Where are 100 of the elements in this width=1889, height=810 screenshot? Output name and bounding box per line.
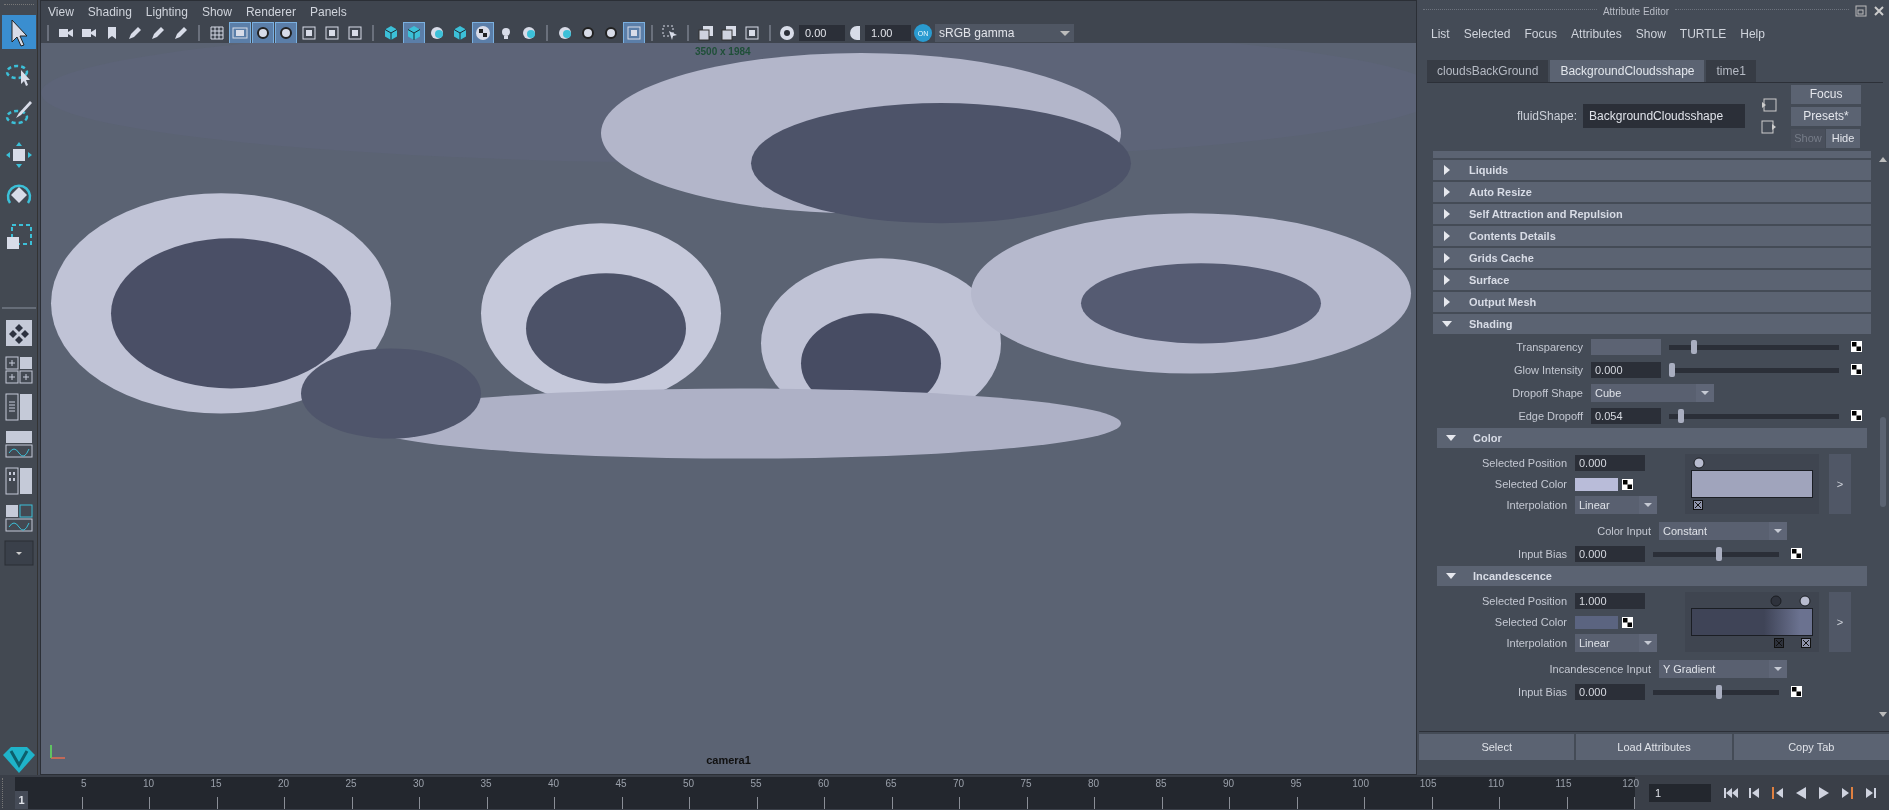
section-header[interactable]: Grids Cache [1433, 248, 1871, 268]
stack-icon[interactable] [719, 23, 739, 43]
slider-thumb[interactable] [1716, 684, 1722, 699]
gamma-field[interactable]: 1.00 [865, 25, 911, 41]
menu-item[interactable]: TURTLE [1679, 27, 1727, 41]
frame-icon[interactable] [322, 23, 342, 43]
value-field[interactable]: 1.000 [1575, 593, 1645, 609]
menu-item[interactable]: Panels [309, 5, 347, 19]
ramp-editor[interactable] [1685, 592, 1819, 652]
map-button-icon[interactable] [1622, 478, 1633, 490]
menu-item[interactable]: Focus [1524, 27, 1558, 41]
menu-item[interactable]: Attributes [1571, 27, 1622, 41]
layout-icon[interactable] [3, 318, 34, 348]
next-key-icon[interactable] [1840, 785, 1854, 800]
dropdown[interactable]: Linear [1575, 496, 1657, 514]
color-stop-icon[interactable] [1770, 595, 1782, 607]
menu-item[interactable]: Renderer [245, 5, 296, 19]
layout-icon[interactable] [3, 392, 34, 422]
menu-item[interactable]: List [1431, 27, 1450, 41]
scroll-down-icon[interactable] [1878, 711, 1888, 719]
panel-button[interactable]: Copy Tab [1733, 734, 1889, 760]
section-header[interactable]: Surface [1433, 270, 1871, 290]
menu-item[interactable]: Show [201, 5, 232, 19]
map-button-icon[interactable] [1622, 616, 1633, 628]
aperture-icon[interactable] [778, 24, 796, 42]
frame-icon[interactable] [299, 23, 319, 43]
section-header[interactable]: Contents Details [1433, 226, 1871, 246]
layout-icon[interactable] [3, 355, 34, 385]
map-button-icon[interactable] [1791, 686, 1802, 697]
expand-ramp-button[interactable]: > [1829, 592, 1851, 652]
close-icon[interactable] [1873, 5, 1885, 17]
step-forward-icon[interactable] [1863, 785, 1877, 800]
slider-thumb[interactable] [1716, 546, 1722, 561]
tab[interactable]: time1 [1706, 60, 1756, 82]
float-icon[interactable] [1855, 5, 1867, 17]
layout-icon[interactable] [3, 503, 34, 533]
map-button-icon[interactable] [1851, 364, 1862, 375]
map-button-icon[interactable] [1851, 410, 1862, 421]
scroll-up-icon[interactable] [1878, 155, 1888, 163]
map-button-icon[interactable] [1791, 548, 1802, 559]
half-circle-icon[interactable] [848, 24, 862, 42]
slider-thumb[interactable] [1678, 408, 1685, 423]
dropdown[interactable]: Linear [1575, 634, 1657, 652]
go-to-start-icon[interactable] [1723, 785, 1739, 800]
menu-item[interactable]: Selected [1463, 27, 1511, 41]
slider-thumb[interactable] [1691, 339, 1698, 354]
frame-icon[interactable] [345, 23, 365, 43]
menu-item[interactable]: Shading [87, 5, 132, 19]
current-frame-field[interactable]: 1 [1649, 783, 1711, 802]
section-header[interactable]: Incandescence [1437, 566, 1867, 586]
color-ramp[interactable] [1691, 608, 1813, 636]
checker-icon[interactable] [473, 23, 493, 43]
menu-item[interactable]: Help [1740, 27, 1765, 41]
dropdown[interactable]: Constant [1659, 521, 1787, 540]
section-header[interactable]: Shading [1433, 314, 1871, 334]
cube-icon[interactable] [404, 23, 424, 43]
dropdown[interactable]: Cube [1591, 383, 1714, 402]
layout-icon[interactable] [3, 466, 34, 496]
tab[interactable]: cloudsBackGround [1427, 60, 1549, 82]
dropdown[interactable]: Y Gradient [1659, 659, 1787, 678]
node-name-field[interactable]: BackgroundCloudsshape [1583, 104, 1746, 128]
delete-stop-icon[interactable] [1693, 500, 1703, 510]
value-field[interactable]: 0.000 [1575, 683, 1645, 700]
section-header[interactable]: Output Mesh [1433, 292, 1871, 312]
grid-icon[interactable] [207, 23, 227, 43]
menu-item[interactable]: Lighting [145, 5, 188, 19]
menu-item[interactable]: View [48, 5, 74, 19]
view-transform-dropdown[interactable]: sRGB gamma [935, 24, 1074, 42]
play-backward-icon[interactable] [1794, 785, 1808, 800]
value-field[interactable]: 0.000 [1575, 455, 1645, 471]
frame-icon[interactable] [742, 23, 762, 43]
step-back-icon[interactable] [1748, 785, 1762, 800]
color-swatch[interactable] [1591, 338, 1661, 355]
color-stop-icon[interactable] [1799, 595, 1811, 607]
presets-button[interactable]: Presets* [1791, 106, 1862, 126]
expand-ramp-button[interactable]: > [1829, 454, 1851, 514]
slider-thumb[interactable] [1669, 362, 1675, 377]
section-header[interactable]: Liquids [1433, 160, 1871, 180]
output-connection-icon[interactable] [1761, 120, 1778, 134]
value-field[interactable]: 0.054 [1591, 407, 1661, 424]
play-icon[interactable] [1817, 785, 1831, 800]
hide-button[interactable]: Hide [1826, 128, 1861, 148]
tab[interactable]: BackgroundCloudsshape [1550, 60, 1705, 82]
color-swatch[interactable] [1575, 477, 1618, 491]
previous-key-icon[interactable] [1771, 785, 1785, 800]
menu-item[interactable]: Show [1635, 27, 1666, 41]
map-button-icon[interactable] [1851, 341, 1862, 352]
color-swatch[interactable] [1575, 615, 1618, 629]
select-tool-button[interactable] [1, 15, 36, 49]
stack-icon[interactable] [696, 23, 716, 43]
layout-icon[interactable] [3, 429, 34, 459]
input-connection-icon[interactable] [1761, 98, 1778, 112]
panel-button[interactable]: Load Attributes [1576, 734, 1732, 760]
color-ramp[interactable] [1691, 470, 1813, 498]
exposure-field[interactable]: 0.00 [799, 25, 845, 41]
section-header[interactable]: Auto Resize [1433, 182, 1871, 202]
section-header[interactable]: Color [1437, 428, 1867, 448]
value-field[interactable]: 0.000 [1591, 361, 1661, 378]
current-frame-marker[interactable]: 1 [15, 790, 28, 809]
section-header[interactable]: Self Attraction and Repulsion [1433, 204, 1871, 224]
